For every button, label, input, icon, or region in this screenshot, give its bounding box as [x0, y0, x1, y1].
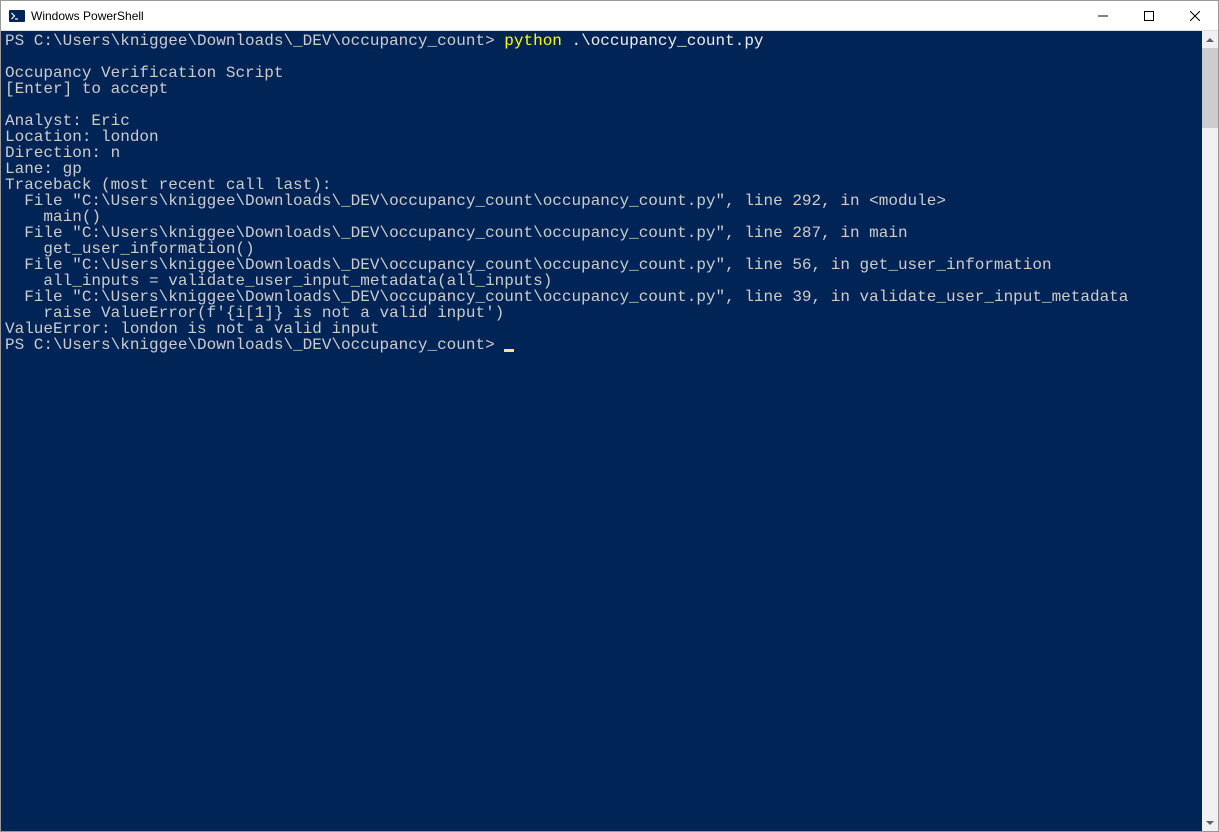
output-traceback-file2: File "C:\Users\kniggee\Downloads\_DEV\oc…: [5, 225, 1198, 241]
output-direction: Direction: n: [5, 145, 1198, 161]
output-traceback-header: Traceback (most recent call last):: [5, 177, 1198, 193]
output-traceback-file1: File "C:\Users\kniggee\Downloads\_DEV\oc…: [5, 193, 1198, 209]
blank-line: [5, 97, 1198, 113]
scrollbar-up-button[interactable]: [1202, 31, 1218, 48]
window-titlebar: Windows PowerShell: [1, 1, 1218, 31]
prompt-line-2: PS C:\Users\kniggee\Downloads\_DEV\occup…: [5, 336, 504, 354]
scrollbar-down-button[interactable]: [1202, 814, 1218, 831]
command-args: .\occupancy_count.py: [562, 32, 764, 50]
output-traceback-getuser: get_user_information(): [5, 241, 1198, 257]
window-controls: [1080, 1, 1218, 30]
scrollbar-thumb[interactable]: [1202, 48, 1218, 128]
output-traceback-file3: File "C:\Users\kniggee\Downloads\_DEV\oc…: [5, 257, 1198, 273]
output-traceback-allinputs: all_inputs = validate_user_input_metadat…: [5, 273, 1198, 289]
close-button[interactable]: [1172, 1, 1218, 30]
output-traceback-main: main(): [5, 209, 1198, 225]
terminal-output[interactable]: PS C:\Users\kniggee\Downloads\_DEV\occup…: [1, 31, 1202, 831]
output-value-error: ValueError: london is not a valid input: [5, 321, 1198, 337]
output-enter-hint: [Enter] to accept: [5, 81, 1198, 97]
output-traceback-file4: File "C:\Users\kniggee\Downloads\_DEV\oc…: [5, 289, 1198, 305]
prompt-line-1: PS C:\Users\kniggee\Downloads\_DEV\occup…: [5, 32, 504, 50]
terminal-cursor: [504, 349, 514, 352]
output-traceback-raise: raise ValueError(f'{i[1]} is not a valid…: [5, 305, 1198, 321]
vertical-scrollbar[interactable]: [1202, 31, 1218, 831]
output-location: Location: london: [5, 129, 1198, 145]
command-python: python: [504, 32, 562, 50]
minimize-button[interactable]: [1080, 1, 1126, 30]
terminal-wrapper: PS C:\Users\kniggee\Downloads\_DEV\occup…: [1, 31, 1218, 831]
maximize-button[interactable]: [1126, 1, 1172, 30]
window-title: Windows PowerShell: [31, 9, 1080, 23]
blank-line: [5, 49, 1198, 65]
powershell-icon: [9, 8, 25, 24]
output-lane: Lane: gp: [5, 161, 1198, 177]
output-title: Occupancy Verification Script: [5, 65, 1198, 81]
output-analyst: Analyst: Eric: [5, 113, 1198, 129]
